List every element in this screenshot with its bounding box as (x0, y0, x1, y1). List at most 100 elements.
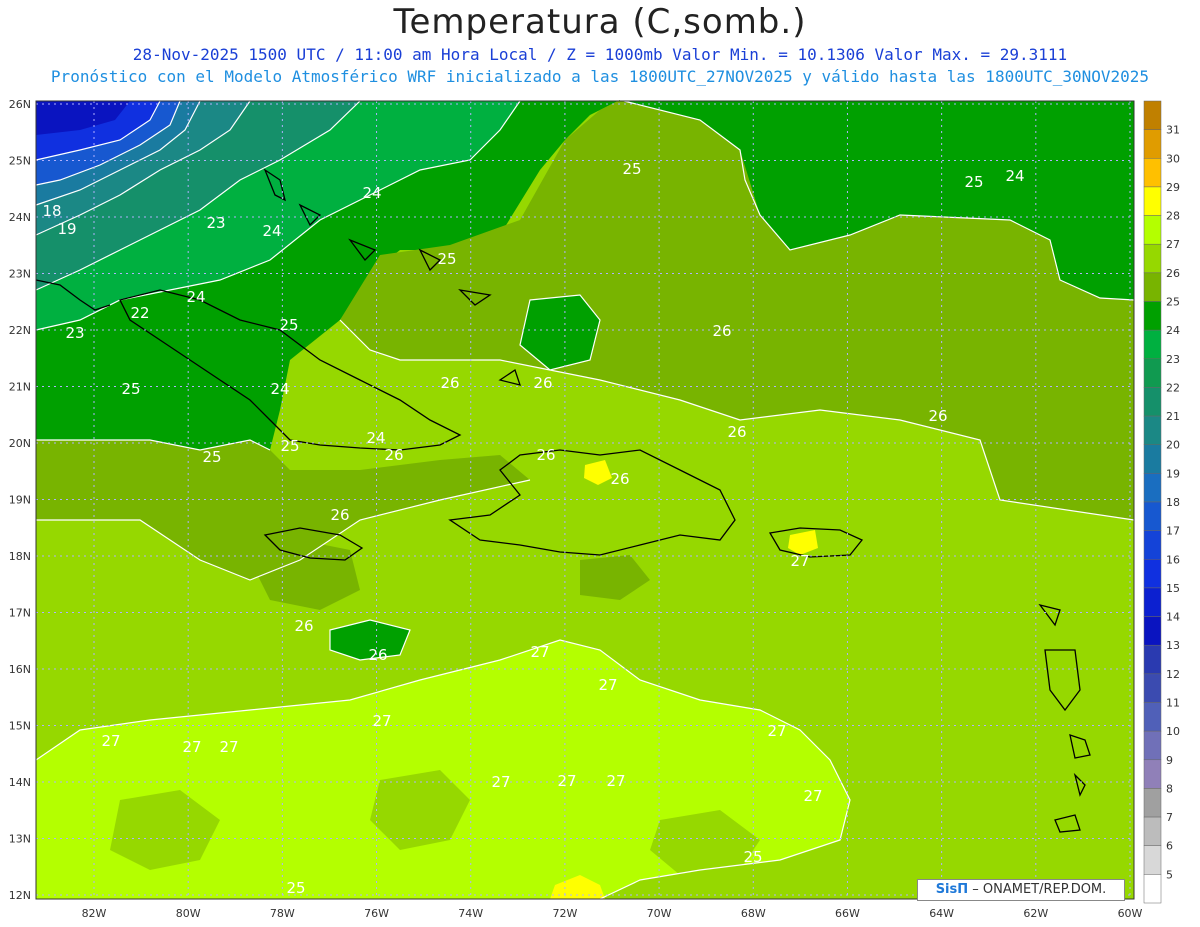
contour-label: 18 (42, 202, 61, 220)
legend-level-label: 19 (1166, 467, 1180, 480)
temperature-map: 1819 23 24222324252425242525 2425 2626 262626… (9, 98, 1180, 920)
contour-label: 27 (491, 773, 510, 791)
contour-label: 25 (286, 879, 305, 897)
legend-swatch (1143, 530, 1162, 560)
contour-label: 26 (384, 446, 403, 464)
legend-swatch (1143, 301, 1162, 331)
lon-tick-label: 68W (741, 907, 766, 920)
lat-tick-label: 14N (9, 776, 31, 789)
lon-tick-label: 64W (929, 907, 954, 920)
contour-label: 26 (330, 506, 349, 524)
legend-level-label: 15 (1166, 582, 1180, 595)
lon-tick-label: 78W (270, 907, 295, 920)
contour-label: 25 (280, 437, 299, 455)
legend-level-label: 12 (1166, 668, 1180, 681)
legend-swatch (1143, 673, 1162, 703)
legend-level-label: 27 (1166, 238, 1180, 251)
legend-level-label: 24 (1166, 324, 1180, 337)
legend-level-label: 29 (1166, 181, 1180, 194)
lon-tick-label: 80W (176, 907, 201, 920)
lat-tick-label: 24N (9, 211, 31, 224)
legend-level-label: 7 (1166, 811, 1173, 824)
legend-level-label: 25 (1166, 296, 1180, 309)
contour-label: 23 (65, 324, 84, 342)
legend-swatch (1143, 644, 1162, 675)
legend-swatch (1143, 358, 1162, 388)
legend-level-label: 17 (1166, 525, 1180, 538)
legend-level-label: 31 (1166, 124, 1180, 137)
legend-swatch (1143, 100, 1162, 130)
contour-label: 27 (557, 772, 576, 790)
legend-swatch (1143, 129, 1162, 159)
legend-level-label: 26 (1166, 267, 1180, 280)
contour-label: 23 (206, 214, 225, 232)
contour-label: 26 (533, 374, 552, 392)
lat-axis: 26N 25N 24N 23N 22N 21N 20N 19N 18N 17N 16N 15N 14N 1… (9, 98, 31, 902)
contour-label: 24 (186, 288, 205, 306)
legend-level-label: 6 (1166, 840, 1173, 853)
contour-label: 22 (130, 304, 149, 322)
lon-tick-label: 72W (552, 907, 577, 920)
legend-swatch (1143, 215, 1162, 245)
contour-label: 25 (202, 448, 221, 466)
lon-tick-label: 66W (835, 907, 860, 920)
legend-swatch (1143, 559, 1162, 589)
contour-label: 25 (437, 250, 456, 268)
contour-label: 26 (440, 374, 459, 392)
legend-swatch (1143, 272, 1162, 302)
lat-tick-label: 17N (9, 607, 31, 620)
legend-level-label: 5 (1166, 868, 1173, 881)
contour-label: 25 (121, 380, 140, 398)
contour-label: 24 (270, 380, 289, 398)
contour-label: 26 (712, 322, 731, 340)
legend-level-label: 16 (1166, 553, 1180, 566)
legend-swatch (1143, 874, 1162, 904)
credit-box: SisΠ – ONAMET/REP.DOM. (917, 879, 1125, 901)
legend-level-label: 10 (1166, 725, 1180, 738)
lat-tick-label: 21N (9, 381, 31, 394)
legend-swatch (1143, 473, 1162, 503)
contour-label: 24 (362, 184, 381, 202)
contour-label: 27 (606, 772, 625, 790)
legend-level-label: 22 (1166, 381, 1180, 394)
contour-label: 27 (598, 676, 617, 694)
legend-swatch (1143, 186, 1162, 216)
lon-tick-label: 74W (458, 907, 483, 920)
legend-level-label: 23 (1166, 353, 1180, 366)
lat-tick-label: 22N (9, 324, 31, 337)
lat-tick-label: 23N (9, 268, 31, 281)
lat-tick-label: 16N (9, 663, 31, 676)
contour-label: 26 (727, 423, 746, 441)
lon-tick-label: 76W (364, 907, 389, 920)
legend-level-label: 18 (1166, 496, 1180, 509)
legend-swatch (1143, 845, 1162, 875)
contour-label: 27 (219, 738, 238, 756)
legend-level-label: 21 (1166, 410, 1180, 423)
contour-label: 24 (366, 429, 385, 447)
legend-level-label: 11 (1166, 697, 1180, 710)
legend-level-label: 9 (1166, 754, 1173, 767)
lon-tick-label: 60W (1118, 907, 1143, 920)
lat-tick-label: 19N (9, 494, 31, 507)
contour-label: 25 (622, 160, 641, 178)
contour-label: 26 (294, 617, 313, 635)
lon-tick-label: 62W (1023, 907, 1048, 920)
color-legend: 31 30 29 28 27 26 25 24 23 22 21 20 19 18 17 16 15 14 13 12… (1143, 100, 1180, 904)
contour-label: 25 (279, 316, 298, 334)
legend-level-label: 8 (1166, 782, 1173, 795)
credit-text: – ONAMET/REP.DOM. (972, 882, 1107, 897)
legend-swatch (1143, 788, 1162, 818)
contour-label: 26 (928, 407, 947, 425)
lat-tick-label: 25N (9, 155, 31, 168)
contour-label: 26 (368, 646, 387, 664)
map-plot-area (36, 100, 1134, 899)
contour-label: 19 (57, 220, 76, 238)
legend-swatch (1143, 702, 1162, 732)
contour-label: 27 (530, 643, 549, 661)
contour-label: 26 (536, 446, 555, 464)
contour-label: 24 (262, 222, 281, 240)
lat-tick-label: 18N (9, 550, 31, 563)
legend-swatch (1143, 501, 1162, 531)
contour-label: 24 (1005, 167, 1024, 185)
lat-tick-label: 13N (9, 833, 31, 846)
